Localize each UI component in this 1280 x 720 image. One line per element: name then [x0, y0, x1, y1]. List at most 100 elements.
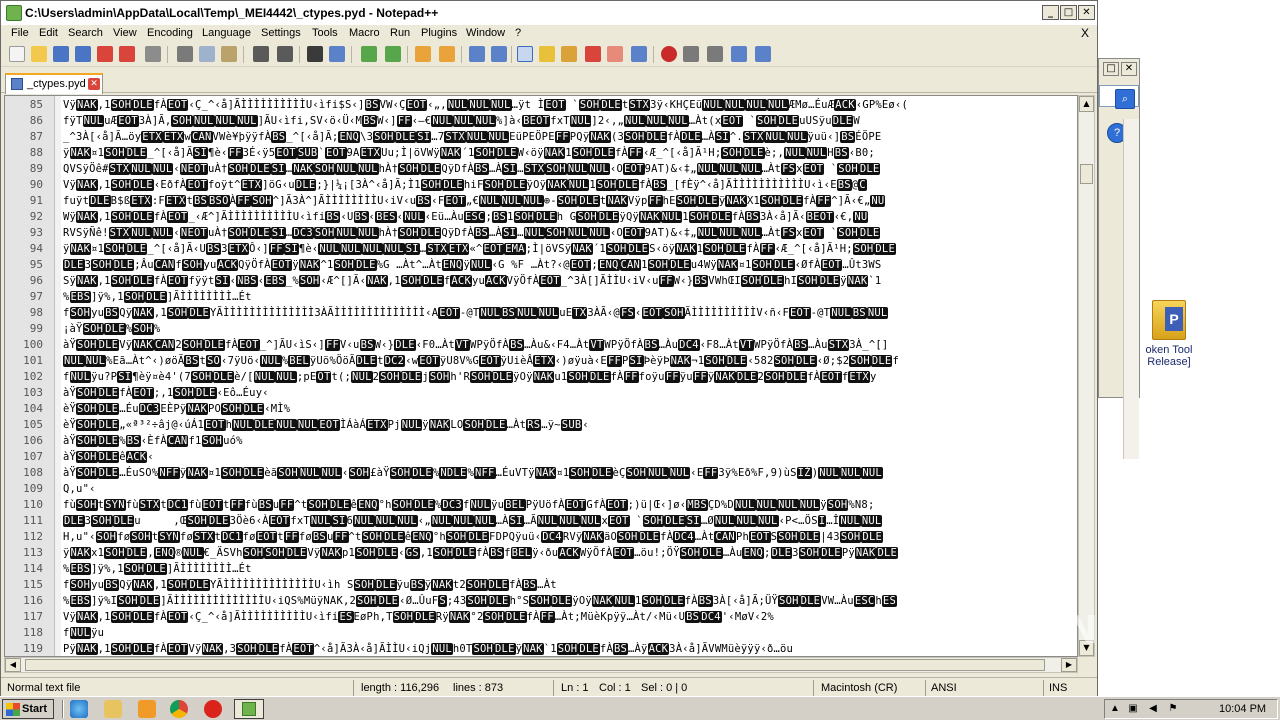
menu-tools[interactable]: Tools	[312, 27, 338, 39]
run-macro-multiple-icon[interactable]	[731, 46, 747, 62]
start-button[interactable]: Start	[2, 699, 54, 719]
menu-run[interactable]: Run	[390, 27, 410, 39]
background-restore-button[interactable]: □	[1103, 62, 1119, 76]
editor-line[interactable]: 87 _^3À[‹å]Ã…öyETX ETXwCANVWè¥þÿÿfÀBS_^[‹å…	[5, 129, 1075, 145]
sync-vertical-icon[interactable]	[415, 46, 431, 62]
menu-search[interactable]: Search	[68, 27, 103, 39]
cut-icon[interactable]	[177, 46, 193, 62]
editor-line[interactable]: 111 DLE3SOH DLEu ,ŒSOH DLE3Öè6‹ÀEOTfxTNUL SI…	[5, 513, 1075, 529]
editor-line[interactable]: 113 ÿNAKx1SOH DLE,ENQ®NUL€_ÄSVhSOH SOH DLEVÿ…	[5, 545, 1075, 561]
open-file-icon[interactable]	[31, 46, 47, 62]
editor-line[interactable]: 94 ÿNAK¤1SOH DLE_^[‹å]Ã‹UBS3ETXÔ‹]FF SI¶è‹N…	[5, 241, 1075, 257]
indent-guide-icon[interactable]	[517, 46, 533, 62]
user-language-icon[interactable]	[539, 46, 555, 62]
monitoring-icon[interactable]	[631, 46, 647, 62]
zoom-in-icon[interactable]	[361, 46, 377, 62]
editor-line[interactable]: 95 DLE3SOH DLE;ÂuCANfSOHyuACKQÿÖfÀEOTÿNAK^…	[5, 257, 1075, 273]
minimize-button[interactable]: _	[1042, 5, 1059, 20]
editor-line[interactable]: 106 àŸSOH DLE%BS‹ÈfÀCANf1SOHuó%	[5, 433, 1075, 449]
editor-line[interactable]: 85 VÿNAK,1SOH DLEfÀEOT‹Ç_^‹å]ÃÌÌÌÌÌÌÌÌÌÌU‹…	[5, 97, 1075, 113]
maximize-button[interactable]: □	[1060, 5, 1077, 20]
editor-line[interactable]: 117 VÿNAK,1SOH DLEfÀEOT‹Ç_^‹å]ÃÌÌÌÌÌÌÌÌÌÌU…	[5, 609, 1075, 625]
editor-line[interactable]: 103 àŸSOH DLEfÀEOT;,1SOH DLE‹Eô…Éuy‹	[5, 385, 1075, 401]
redo-icon[interactable]	[277, 46, 293, 62]
editor-line[interactable]: 102 fNULÿu?PSI¶èÿ¤è4'(7SOH DLEè/[NUL NUL;pE…	[5, 369, 1075, 385]
function-list-icon[interactable]	[585, 46, 601, 62]
editor-line[interactable]: 110 fùSOHtSYNfùSTXtDC1fùEOTtFFfùBSuFF^tSO…	[5, 497, 1075, 513]
word-wrap-icon[interactable]	[469, 46, 485, 62]
editor-line[interactable]: 86 fÿTNULuÆEOT3À]Ã,SOH NUL NUL NUL]ÃU‹ìfi,SV…	[5, 113, 1075, 129]
editor-line[interactable]: 99 ¡àŸSOH DLE%SOH%	[5, 321, 1075, 337]
folder-workspace-icon[interactable]	[607, 46, 623, 62]
zoom-out-icon[interactable]	[385, 46, 401, 62]
editor-line[interactable]: 112 H,u"‹SOHføSOHtSYNføSTXtDC1føEOTtFFføB…	[5, 529, 1075, 545]
vertical-scrollbar[interactable]: ▲ ▼	[1078, 95, 1095, 657]
menu-language[interactable]: Language	[202, 27, 251, 39]
explorer-folder-icon[interactable]	[104, 700, 122, 718]
close-all-icon[interactable]	[119, 46, 135, 62]
menu-encoding[interactable]: Encoding	[147, 27, 193, 39]
editor-line[interactable]: 107 àŸSOH DLEêACK‹	[5, 449, 1075, 465]
scroll-right-arrow-icon[interactable]: ▶	[1061, 658, 1077, 672]
find-icon[interactable]	[307, 46, 323, 62]
editor-line[interactable]: 93 RVSÿÑê!STX NUL NUL‹NEOTuÀ†SOH DLE SI…DC3 SO…	[5, 225, 1075, 241]
status-encoding[interactable]: ANSI	[931, 682, 957, 694]
editor-line[interactable]: 118 fNULÿu	[5, 625, 1075, 641]
undo-icon[interactable]	[253, 46, 269, 62]
chrome-icon[interactable]	[170, 700, 188, 718]
menu-file[interactable]: File	[11, 27, 29, 39]
editor-line[interactable]: 104 èŸSOH DLE…ÉuDC3EÈPÿNAKPOSOH DLE‹MÌ%	[5, 401, 1075, 417]
editor-line[interactable]: 101 NUL NUL%Eã…Àt^‹)øöÃBStSO‹7ÿUö‹NUL%BELÿ…	[5, 353, 1075, 369]
print-icon[interactable]	[145, 46, 161, 62]
volume-icon[interactable]: ◀	[1147, 703, 1159, 715]
save-macro-icon[interactable]	[755, 46, 771, 62]
close-document-button[interactable]: X	[1081, 26, 1089, 40]
background-close-button[interactable]: ✕	[1121, 62, 1137, 76]
tab-close-icon[interactable]: ✕	[88, 78, 100, 90]
copy-icon[interactable]	[199, 46, 215, 62]
title-bar[interactable]: C:\Users\admin\AppData\Local\Temp\_MEI44…	[1, 1, 1097, 25]
show-all-characters-icon[interactable]	[491, 46, 507, 62]
sync-horizontal-icon[interactable]	[439, 46, 455, 62]
status-eol-format[interactable]: Macintosh (CR)	[821, 682, 897, 694]
save-icon[interactable]	[53, 46, 69, 62]
close-file-icon[interactable]	[97, 46, 113, 62]
editor-line[interactable]: 105 èŸSOH DLE„«ª³²÷âj@‹úÁ1EOThNUL DLE NUL NUL…	[5, 417, 1075, 433]
editor-line[interactable]: 119 PÿNAK,1SOH DLEfÀEOTVÿNAK,3SOH DLEfÀEOT^…	[5, 641, 1075, 656]
desktop-icon-token-tool[interactable]: oken Tool Release]	[1134, 300, 1204, 368]
editor-line[interactable]: 114 %EBS]ÿ%,1SOH DLE]ÃÌÌÌÌÌÌÌÌ…Ét	[5, 561, 1075, 577]
doc-map-icon[interactable]	[561, 46, 577, 62]
editor-line[interactable]: 91 fuÿtDLEB$ßETX:FETXtBS BSOÀFF SOH^]Ã3À^]Ã…	[5, 193, 1075, 209]
save-all-icon[interactable]	[75, 46, 91, 62]
scroll-up-arrow-icon[interactable]: ▲	[1079, 96, 1094, 112]
horizontal-scroll-thumb[interactable]	[25, 659, 1045, 671]
menu-help[interactable]: ?	[515, 27, 521, 39]
menu-settings[interactable]: Settings	[261, 27, 301, 39]
record-macro-icon[interactable]	[661, 46, 677, 62]
play-macro-icon[interactable]	[707, 46, 723, 62]
editor-line[interactable]: 89 QVSÿÖê#STX NUL NUL‹NEOTuÀ†SOH DLE SI…NAK SO…	[5, 161, 1075, 177]
scroll-left-arrow-icon[interactable]: ◀	[5, 658, 21, 672]
editor-line[interactable]: 109 Q,u"‹	[5, 481, 1075, 497]
editor-line[interactable]: 90 VÿNAK,1SOH DLE‹EðfÀEOTfoÿt^ETX]öG‹uDLE;…	[5, 177, 1075, 193]
vertical-scroll-thumb[interactable]	[1080, 164, 1093, 184]
taskbar-notepadpp-button[interactable]	[234, 699, 264, 719]
editor-line[interactable]: 100 àŸSOH DLEVÿNAK CAN2SOH DLEfÀEOT_^]ÃU‹ìS‹…	[5, 337, 1075, 353]
background-search-icon[interactable]: ⌕	[1115, 89, 1135, 109]
background-scrollbar[interactable]	[1123, 119, 1139, 459]
editor-line[interactable]: 108 àŸSOH DLE…ÉuSO%NFFÿNAK¤1SOH DLEèãSOH NUL…	[5, 465, 1075, 481]
media-player-icon[interactable]	[138, 700, 156, 718]
menu-plugins[interactable]: Plugins	[421, 27, 457, 39]
editor-line[interactable]: 115 fSOHyuBSQÿNAK,1SOH DLEYÃÌÌÌÌÌÌÌÌÌÌÌÌÌÌ…	[5, 577, 1075, 593]
stop-macro-icon[interactable]	[683, 46, 699, 62]
editor-line[interactable]: 96 SÿNAK,1SOH DLEfÀEOTfÿÿtSI‹NBS‹EBS_%SOH‹…	[5, 273, 1075, 289]
network-icon[interactable]: ▣	[1127, 703, 1139, 715]
paste-icon[interactable]	[221, 46, 237, 62]
close-button[interactable]: ✕	[1078, 5, 1095, 20]
new-file-icon[interactable]	[9, 46, 25, 62]
opera-icon[interactable]	[204, 700, 222, 718]
editor-line[interactable]: 97 %EBS]ÿ%,1SOH DLE]ÃÌÌÌÌÌÌÌÌ…Ét	[5, 289, 1075, 305]
editor-area[interactable]: 85 VÿNAK,1SOH DLEfÀEOT‹Ç_^‹å]ÃÌÌÌÌÌÌÌÌÌÌU‹…	[4, 95, 1078, 657]
tab-ctypes-pyd[interactable]: _ctypes.pyd ✕	[5, 73, 103, 94]
menu-window[interactable]: Window	[466, 27, 505, 39]
